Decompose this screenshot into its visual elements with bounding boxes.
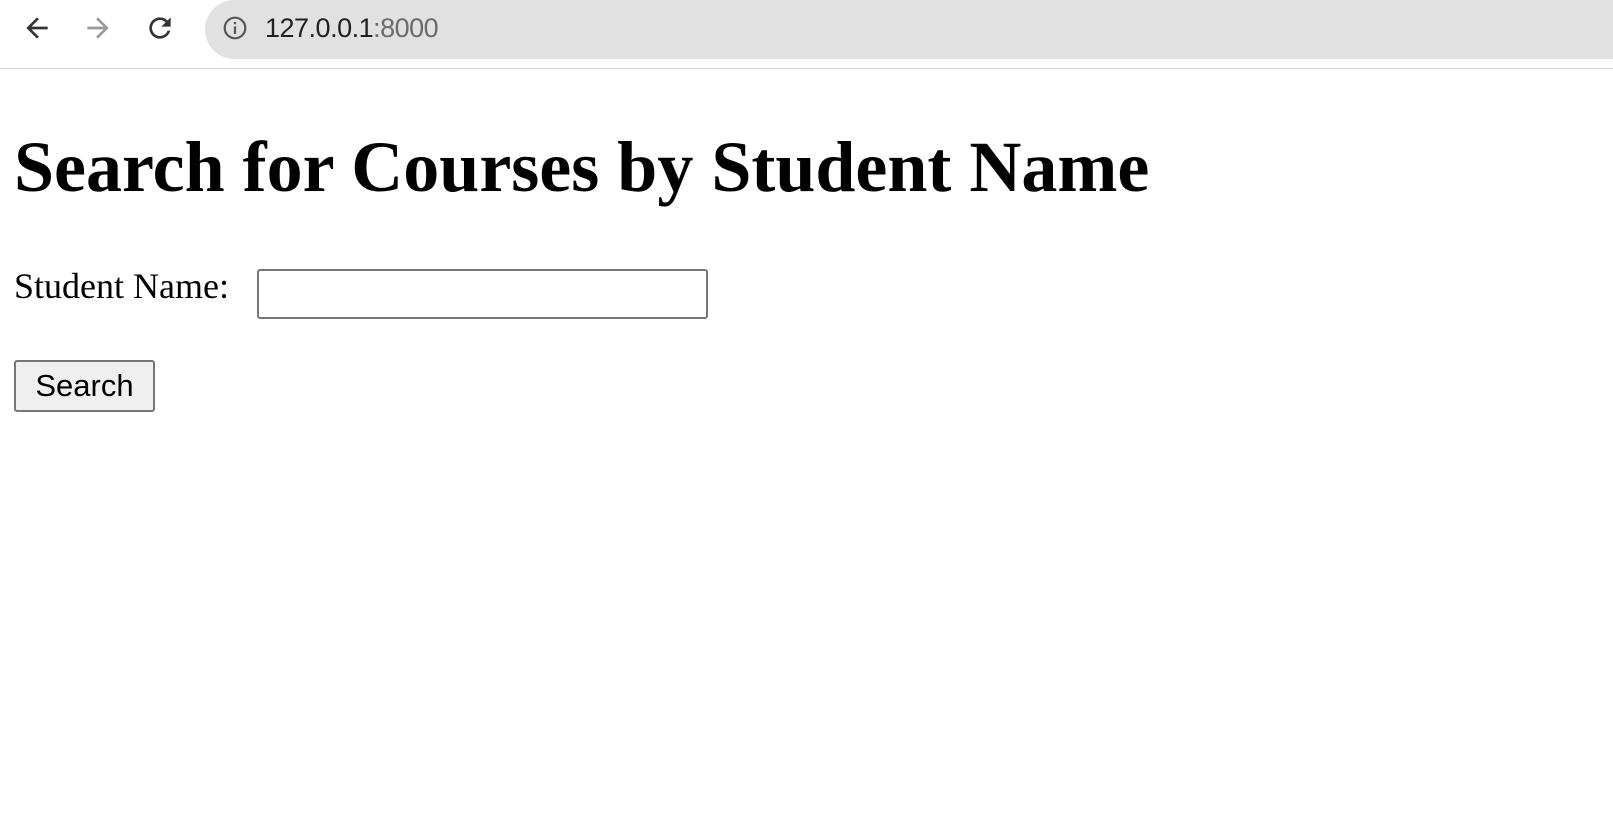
reload-button[interactable] <box>140 8 180 48</box>
browser-toolbar: 127.0.0.1:8000 <box>0 0 1613 69</box>
arrow-left-icon <box>26 17 48 39</box>
url-port: :8000 <box>373 13 439 43</box>
url-host: 127.0.0.1 <box>265 13 374 43</box>
student-name-label: Student Name: <box>14 266 229 306</box>
info-icon[interactable] <box>222 15 248 41</box>
arrow-right-icon <box>87 17 109 39</box>
back-button[interactable] <box>17 8 57 48</box>
reload-icon <box>149 17 171 39</box>
forward-button[interactable] <box>78 8 118 48</box>
address-bar[interactable]: 127.0.0.1:8000 <box>205 0 1613 59</box>
page-title: Search for Courses by Student Name <box>14 127 1150 207</box>
search-button[interactable]: Search <box>14 360 155 412</box>
address-url: 127.0.0.1:8000 <box>265 13 439 43</box>
student-name-input[interactable] <box>257 269 708 319</box>
